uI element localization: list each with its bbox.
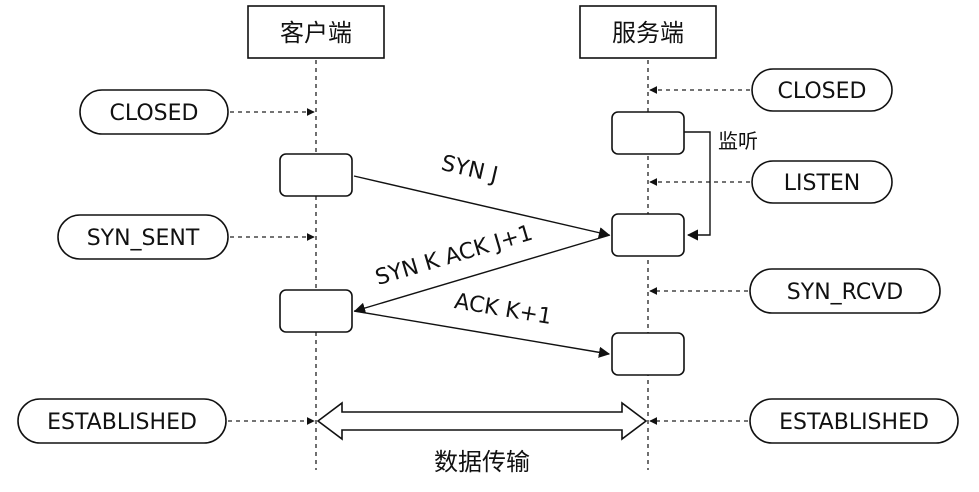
client-header: 客户端 bbox=[247, 5, 385, 59]
tcp-handshake-diagram: 客户端 服务端 CLOSED SYN_SENT ESTABLISHED CLOS… bbox=[0, 0, 979, 492]
server-state-established-label: ESTABLISHED bbox=[779, 410, 929, 435]
server-activation-established bbox=[611, 332, 685, 376]
client-state-syn-sent-label: SYN_SENT bbox=[87, 226, 200, 251]
server-header: 服务端 bbox=[579, 5, 717, 59]
server-state-listen: LISTEN bbox=[751, 160, 893, 204]
client-activation-ack bbox=[279, 289, 353, 333]
client-state-syn-sent: SYN_SENT bbox=[57, 214, 229, 260]
client-activation-syn bbox=[279, 153, 353, 197]
server-activation-listen bbox=[611, 111, 685, 155]
server-state-syn-rcvd-label: SYN_RCVD bbox=[787, 280, 903, 305]
ack-message-label: ACK K+1 bbox=[453, 289, 554, 330]
syn-message-label: SYN J bbox=[439, 151, 500, 188]
diagram-canvas: 客户端 服务端 CLOSED SYN_SENT ESTABLISHED CLOS… bbox=[17, 5, 959, 476]
listen-loop-arrow bbox=[684, 131, 711, 241]
server-state-closed-label: CLOSED bbox=[778, 79, 867, 104]
syn-ack-message-label: SYN K ACK J+1 bbox=[373, 221, 536, 291]
client-state-closed: CLOSED bbox=[79, 89, 229, 135]
server-activation-synrcvd bbox=[611, 213, 685, 257]
server-state-closed: CLOSED bbox=[751, 68, 893, 112]
server-state-syn-rcvd: SYN_RCVD bbox=[749, 268, 941, 314]
server-state-established: ESTABLISHED bbox=[749, 398, 959, 444]
client-state-established-label: ESTABLISHED bbox=[47, 410, 197, 435]
client-header-label: 客户端 bbox=[280, 19, 352, 47]
listen-label: 监听 bbox=[718, 129, 758, 153]
data-transfer-arrow bbox=[316, 401, 648, 441]
server-header-label: 服务端 bbox=[612, 19, 684, 47]
client-state-established: ESTABLISHED bbox=[17, 398, 227, 444]
client-state-closed-label: CLOSED bbox=[110, 101, 199, 126]
data-transfer-label: 数据传输 bbox=[434, 448, 530, 476]
server-state-listen-label: LISTEN bbox=[784, 171, 861, 196]
